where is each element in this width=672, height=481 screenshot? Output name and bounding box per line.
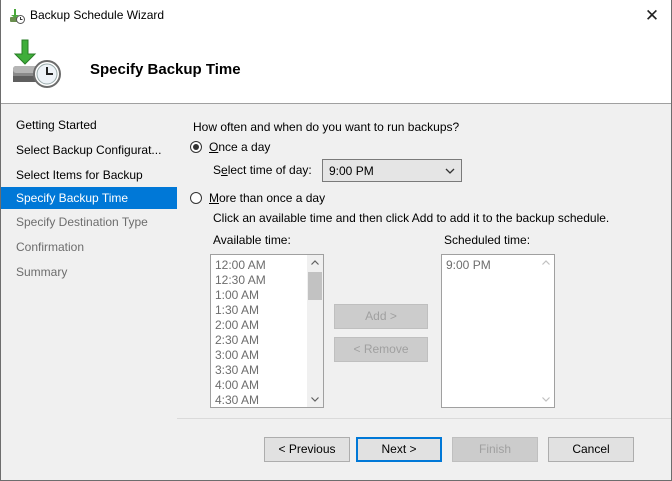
- sidebar-item-summary: Summary: [16, 265, 68, 279]
- list-item[interactable]: 2:00 AM: [215, 318, 259, 332]
- sidebar-item-getting-started[interactable]: Getting Started: [1, 114, 177, 136]
- more-than-once-radio[interactable]: [190, 192, 202, 204]
- backup-schedule-icon: [10, 38, 62, 90]
- next-button[interactable]: Next >: [356, 437, 442, 462]
- chevron-down-icon: [445, 168, 455, 174]
- available-time-list[interactable]: 12:00 AM 12:30 AM 1:00 AM 1:30 AM 2:00 AM 2:3…: [210, 254, 324, 408]
- list-item[interactable]: 1:00 AM: [215, 288, 259, 302]
- list-item[interactable]: 3:30 AM: [215, 363, 259, 377]
- list-item[interactable]: 9:00 PM: [446, 258, 491, 272]
- list-item[interactable]: 2:30 AM: [215, 333, 259, 347]
- previous-button-label: < Previous: [278, 442, 336, 456]
- backup-clock-icon: [9, 8, 25, 24]
- window-border-left: [0, 0, 1, 481]
- close-icon[interactable]: ✕: [640, 5, 664, 27]
- sidebar-item-specify-destination-type: Specify Destination Type: [16, 215, 148, 229]
- scroll-down-icon[interactable]: [311, 397, 319, 402]
- once-a-day-label[interactable]: Once a day: [209, 140, 270, 154]
- scroll-up-icon: [542, 260, 550, 265]
- time-of-day-value: 9:00 PM: [329, 164, 374, 178]
- select-time-label-text: lect time of day:: [227, 163, 312, 177]
- previous-button[interactable]: < Previous: [264, 437, 350, 462]
- scheduled-time-list[interactable]: 9:00 PM: [441, 254, 555, 408]
- next-button-label: Next >: [381, 442, 417, 456]
- scheduled-time-label: Scheduled time:: [444, 233, 531, 247]
- list-item[interactable]: 4:00 AM: [215, 378, 259, 392]
- scheduled-scrollbar: [538, 255, 554, 407]
- cancel-button-label: Cancel: [572, 442, 610, 456]
- sidebar-item-select-backup-configuration[interactable]: Select Backup Configurat...: [1, 139, 177, 161]
- sidebar-item-confirmation: Confirmation: [16, 240, 85, 254]
- window-title: Backup Schedule Wizard: [30, 8, 165, 22]
- list-item[interactable]: 3:00 AM: [215, 348, 259, 362]
- scroll-thumb[interactable]: [308, 272, 322, 300]
- available-scrollbar[interactable]: [307, 255, 323, 407]
- add-button[interactable]: Add >: [334, 304, 428, 329]
- once-a-day-label-text: nce a day: [218, 140, 271, 154]
- once-a-day-radio[interactable]: [190, 141, 202, 153]
- sidebar-item-specify-backup-time[interactable]: Specify Backup Time: [1, 187, 177, 209]
- finish-button-label: Finish: [478, 442, 511, 456]
- list-item[interactable]: 12:30 AM: [215, 273, 266, 287]
- finish-button[interactable]: Finish: [452, 437, 538, 462]
- scroll-up-icon[interactable]: [311, 260, 319, 265]
- more-than-once-label-text: ore than once a day: [219, 191, 326, 205]
- page-title: Specify Backup Time: [90, 61, 241, 78]
- more-than-once-label[interactable]: More than once a day: [209, 191, 325, 205]
- frequency-question: How often and when do you want to run ba…: [193, 120, 460, 134]
- remove-button[interactable]: < Remove: [334, 337, 428, 362]
- sidebar-item-select-items[interactable]: Select Items for Backup: [1, 164, 177, 186]
- list-item[interactable]: 4:30 AM: [215, 393, 259, 407]
- select-time-label: Select time of day:: [213, 163, 312, 177]
- footer-divider: [177, 418, 671, 419]
- list-item[interactable]: 1:30 AM: [215, 303, 259, 317]
- add-button-label: Add >: [365, 309, 397, 323]
- add-instructions: Click an available time and then click A…: [213, 211, 610, 225]
- time-of-day-dropdown[interactable]: 9:00 PM: [322, 159, 462, 182]
- scroll-down-icon: [542, 397, 550, 402]
- list-item[interactable]: 12:00 AM: [215, 258, 266, 272]
- available-time-label: Available time:: [213, 233, 291, 247]
- remove-button-label: < Remove: [353, 342, 409, 356]
- wizard-steps-sidebar: Getting Started Select Backup Configurat…: [1, 104, 177, 480]
- cancel-button[interactable]: Cancel: [548, 437, 634, 462]
